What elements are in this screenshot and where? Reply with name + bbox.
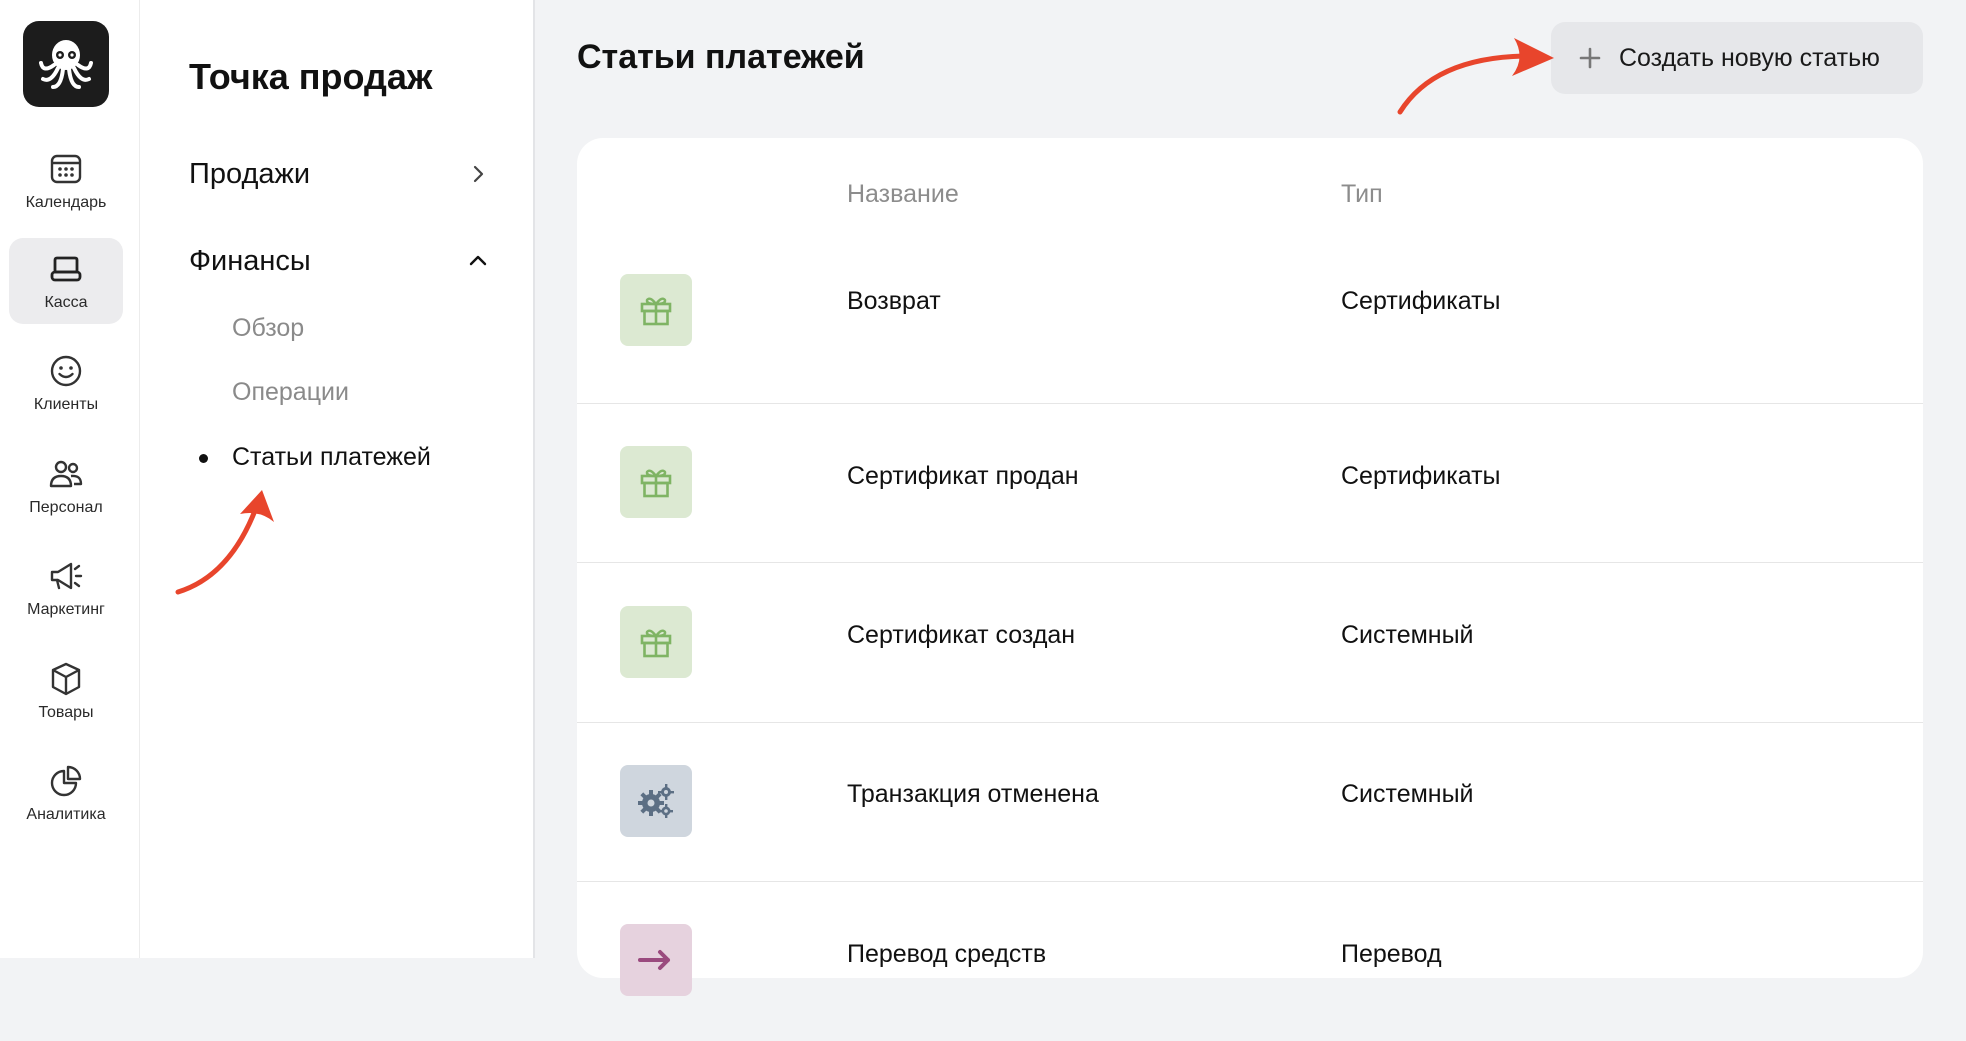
create-article-label: Создать новую статью [1619, 43, 1880, 72]
rail-item-goods[interactable]: Товары [9, 648, 123, 734]
page-title: Статьи платежей [577, 38, 865, 76]
rail-label: Товары [38, 704, 94, 721]
rail-item-analytics[interactable]: Аналитика [9, 750, 123, 836]
calendar-icon [50, 154, 82, 184]
row-name: Сертификат создан [847, 621, 1076, 649]
box-icon [51, 662, 81, 696]
pie-chart-icon [50, 765, 82, 797]
table-row[interactable]: Сертификат продан Сертификаты [577, 403, 1923, 563]
menu-group-label: Финансы [189, 244, 311, 277]
row-name: Возврат [847, 287, 941, 315]
menu-group-finance[interactable]: Финансы [189, 241, 489, 281]
app-rail: Календарь Касса Клиенты Персонал Маркети… [0, 0, 140, 958]
table-row[interactable]: Возврат Сертификаты [577, 223, 1923, 382]
octopus-logo[interactable] [23, 21, 109, 107]
table-body: Возврат Сертификаты Сертификат продан Се… [577, 138, 1923, 996]
menu-title: Точка продаж [189, 56, 433, 97]
annotation-arrow-button [1397, 38, 1554, 115]
row-name: Сертификат продан [847, 462, 1079, 490]
create-article-button[interactable]: Создать новую статью [1551, 22, 1923, 94]
row-icon-badge [620, 446, 692, 518]
table-row[interactable]: Транзакция отменена Системный [577, 722, 1923, 882]
rail-label: Календарь [25, 194, 107, 211]
cash-register-icon [50, 256, 82, 282]
table-row[interactable]: Перевод средств Перевод [577, 881, 1923, 1041]
table-row[interactable]: Сертификат создан Системный [577, 562, 1923, 722]
row-name: Перевод средств [847, 940, 1047, 968]
gift-icon [640, 297, 672, 326]
row-type: Перевод [1341, 940, 1442, 968]
megaphone-icon [50, 562, 83, 590]
row-type: Системный [1341, 621, 1474, 649]
menu-group-sales[interactable]: Продажи [189, 154, 489, 194]
arrow-right-icon [638, 950, 670, 970]
rail-label: Аналитика [26, 806, 106, 823]
chevron-up-icon [469, 255, 487, 266]
rail-label: Персонал [29, 499, 103, 516]
row-icon-badge [620, 924, 692, 996]
row-icon-badge [620, 606, 692, 678]
row-name: Транзакция отменена [847, 780, 1099, 808]
gift-icon [640, 469, 672, 498]
rail-item-staff[interactable]: Персонал [9, 443, 123, 529]
menu-group-label: Продажи [189, 157, 311, 190]
chevron-right-icon [473, 165, 484, 183]
rail-item-calendar[interactable]: Календарь [9, 138, 123, 224]
rail-item-marketing[interactable]: Маркетинг [9, 545, 123, 631]
menu-item-operations[interactable]: Операции [232, 378, 349, 407]
octopus-logo-icon [39, 40, 93, 89]
staff-icon [49, 460, 83, 488]
section-menu: Точка продаж Продажи Финансы Обзор Опера… [140, 0, 535, 958]
current-item-bullet [199, 454, 208, 463]
plus-icon [1579, 47, 1601, 69]
row-type: Сертификаты [1341, 287, 1501, 315]
rail-label: Маркетинг [27, 601, 105, 618]
row-type: Системный [1341, 780, 1474, 808]
rail-item-cash[interactable]: Касса [9, 238, 123, 324]
row-type: Сертификаты [1341, 462, 1501, 490]
rail-item-clients[interactable]: Клиенты [9, 340, 123, 426]
gift-icon [640, 629, 672, 658]
menu-item-overview[interactable]: Обзор [232, 314, 304, 343]
row-icon-badge [620, 765, 692, 837]
rail-label: Клиенты [33, 396, 99, 413]
gears-icon [638, 784, 674, 818]
menu-item-payment-articles[interactable]: Статьи платежей [232, 443, 431, 472]
row-icon-badge [620, 274, 692, 346]
smiley-icon [50, 355, 82, 387]
rail-label: Касса [44, 294, 88, 311]
